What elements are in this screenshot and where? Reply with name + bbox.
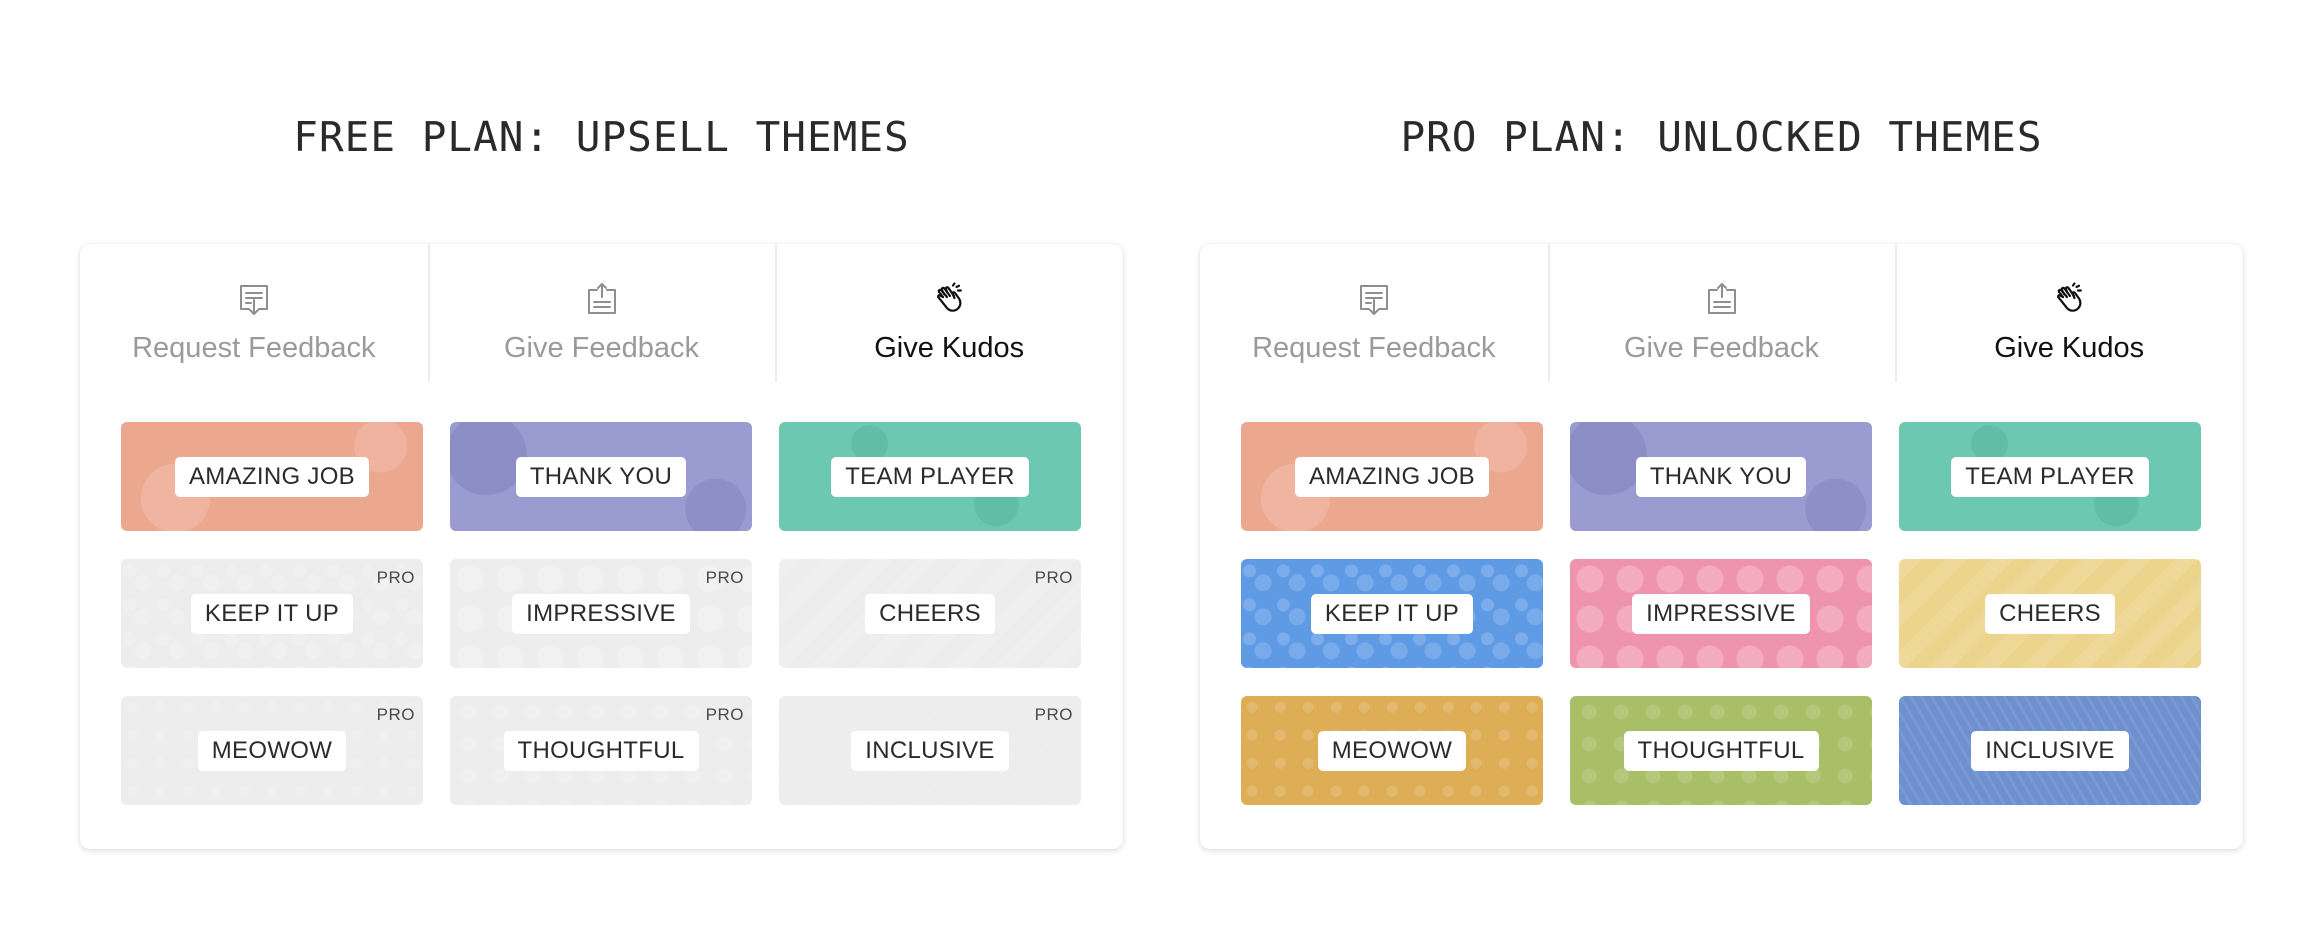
theme-tile-meowow[interactable]: PRO MEOWOW — [121, 696, 423, 805]
theme-tile-impressive[interactable]: IMPRESSIVE — [1570, 559, 1872, 668]
theme-tile-thank-you[interactable]: THANK YOU — [450, 422, 752, 531]
pro-badge: PRO — [1034, 568, 1073, 587]
tab-request-feedback[interactable]: Request Feedback — [1200, 244, 1548, 382]
theme-label: INCLUSIVE — [1971, 730, 2129, 771]
tab-give-kudos[interactable]: Give Kudos — [775, 244, 1123, 382]
tab-label: Request Feedback — [1252, 332, 1496, 364]
theme-tile-team-player[interactable]: TEAM PLAYER — [779, 422, 1081, 531]
theme-label: IMPRESSIVE — [512, 593, 690, 634]
pro-plan-section: PRO PLAN: UNLOCKED THEMES Request Feedba… — [1200, 0, 2243, 927]
theme-tile-thoughtful[interactable]: THOUGHTFUL — [1570, 696, 1872, 805]
give-feedback-icon — [1703, 280, 1741, 318]
theme-label: INCLUSIVE — [851, 730, 1009, 771]
theme-tile-inclusive[interactable]: INCLUSIVE — [1899, 696, 2201, 805]
pro-badge: PRO — [376, 568, 415, 587]
tab-give-feedback[interactable]: Give Feedback — [1547, 244, 1896, 382]
pro-badge: PRO — [705, 705, 744, 724]
section-title: FREE PLAN: UPSELL THEMES — [293, 113, 910, 161]
theme-tile-cheers[interactable]: CHEERS — [1899, 559, 2201, 668]
pro-badge: PRO — [1034, 705, 1073, 724]
theme-tile-amazing-job[interactable]: AMAZING JOB — [121, 422, 423, 531]
tab-give-feedback[interactable]: Give Feedback — [427, 244, 776, 382]
pro-badge: PRO — [376, 705, 415, 724]
kudos-card: Request Feedback Give Feedback Give Kudo… — [1200, 244, 2243, 849]
theme-label: TEAM PLAYER — [831, 456, 1029, 497]
theme-tile-impressive[interactable]: PRO IMPRESSIVE — [450, 559, 752, 668]
give-feedback-icon — [583, 280, 621, 318]
tab-label: Give Feedback — [503, 332, 700, 364]
theme-tile-keep-it-up[interactable]: PRO KEEP IT UP — [121, 559, 423, 668]
theme-label: MEOWOW — [197, 730, 347, 771]
theme-label: THOUGHTFUL — [1623, 730, 1819, 771]
tab-bar: Request Feedback Give Feedback Give Kudo… — [80, 244, 1123, 382]
theme-tile-team-player[interactable]: TEAM PLAYER — [1899, 422, 2201, 531]
theme-grid: AMAZING JOB THANK YOU TEAM PLAYER PRO KEE… — [121, 422, 1082, 805]
theme-tile-amazing-job[interactable]: AMAZING JOB — [1241, 422, 1543, 531]
tab-label: Give Feedback — [1623, 332, 1820, 364]
theme-tile-meowow[interactable]: MEOWOW — [1241, 696, 1543, 805]
tab-give-kudos[interactable]: Give Kudos — [1895, 244, 2243, 382]
theme-tile-thank-you[interactable]: THANK YOU — [1570, 422, 1872, 531]
theme-label: CHEERS — [865, 593, 995, 634]
tab-label: Give Kudos — [874, 332, 1025, 364]
request-feedback-icon — [235, 280, 273, 318]
theme-tile-inclusive[interactable]: PRO INCLUSIVE — [779, 696, 1081, 805]
theme-label: TEAM PLAYER — [1951, 456, 2149, 497]
theme-label: CHEERS — [1985, 593, 2115, 634]
theme-label: MEOWOW — [1317, 730, 1467, 771]
clapping-hand-icon — [2050, 280, 2088, 318]
theme-label: THOUGHTFUL — [503, 730, 699, 771]
request-feedback-icon — [1355, 280, 1393, 318]
pro-badge: PRO — [705, 568, 744, 587]
theme-tile-keep-it-up[interactable]: KEEP IT UP — [1241, 559, 1543, 668]
theme-label: IMPRESSIVE — [1632, 593, 1810, 634]
theme-label: THANK YOU — [1635, 456, 1807, 497]
tab-bar: Request Feedback Give Feedback Give Kudo… — [1200, 244, 2243, 382]
free-plan-section: FREE PLAN: UPSELL THEMES Request Feedbac… — [80, 0, 1123, 927]
kudos-card: Request Feedback Give Feedback Give Kudo… — [80, 244, 1123, 849]
section-title: PRO PLAN: UNLOCKED THEMES — [1400, 113, 2043, 161]
theme-label: AMAZING JOB — [1295, 456, 1489, 497]
tab-label: Give Kudos — [1994, 332, 2145, 364]
theme-tile-thoughtful[interactable]: PRO THOUGHTFUL — [450, 696, 752, 805]
theme-label: KEEP IT UP — [190, 593, 354, 634]
tab-label: Request Feedback — [132, 332, 376, 364]
theme-label: AMAZING JOB — [175, 456, 369, 497]
theme-grid: AMAZING JOB THANK YOU TEAM PLAYER KEEP I… — [1241, 422, 2202, 805]
theme-label: THANK YOU — [515, 456, 687, 497]
clapping-hand-icon — [930, 280, 968, 318]
theme-label: KEEP IT UP — [1310, 593, 1474, 634]
tab-request-feedback[interactable]: Request Feedback — [80, 244, 428, 382]
theme-tile-cheers[interactable]: PRO CHEERS — [779, 559, 1081, 668]
